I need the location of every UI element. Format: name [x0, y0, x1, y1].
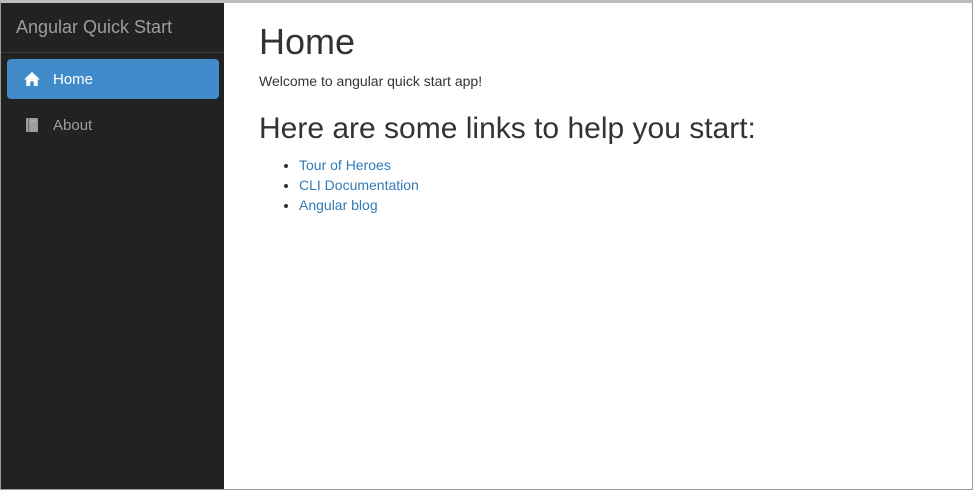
links-heading: Here are some links to help you start: [259, 112, 756, 145]
app-window: Angular Quick Start Home About Home Welc… [0, 0, 973, 490]
list-item: Tour of Heroes [299, 155, 972, 175]
list-item: CLI Documentation [299, 175, 972, 195]
list-item: Angular blog [299, 195, 972, 215]
book-icon [23, 116, 41, 134]
sidebar-item-label: Home [53, 70, 94, 88]
sidebar-item-about[interactable]: About [7, 105, 219, 145]
sidebar-nav: Home About [1, 53, 224, 145]
sidebar-item-home[interactable]: Home [7, 59, 219, 99]
link-angular-blog[interactable]: Angular blog [299, 197, 378, 213]
page-title: Home [259, 21, 356, 62]
welcome-text: Welcome to angular quick start app! [259, 73, 483, 89]
app-brand[interactable]: Angular Quick Start [1, 3, 224, 53]
home-icon [23, 70, 41, 88]
sidebar: Angular Quick Start Home About [1, 3, 224, 489]
main-content: Home Welcome to angular quick start app!… [224, 3, 972, 489]
links-list: Tour of Heroes CLI Documentation Angular… [259, 155, 972, 215]
link-tour-of-heroes[interactable]: Tour of Heroes [299, 157, 391, 173]
sidebar-item-label: About [53, 116, 93, 134]
link-cli-documentation[interactable]: CLI Documentation [299, 177, 419, 193]
